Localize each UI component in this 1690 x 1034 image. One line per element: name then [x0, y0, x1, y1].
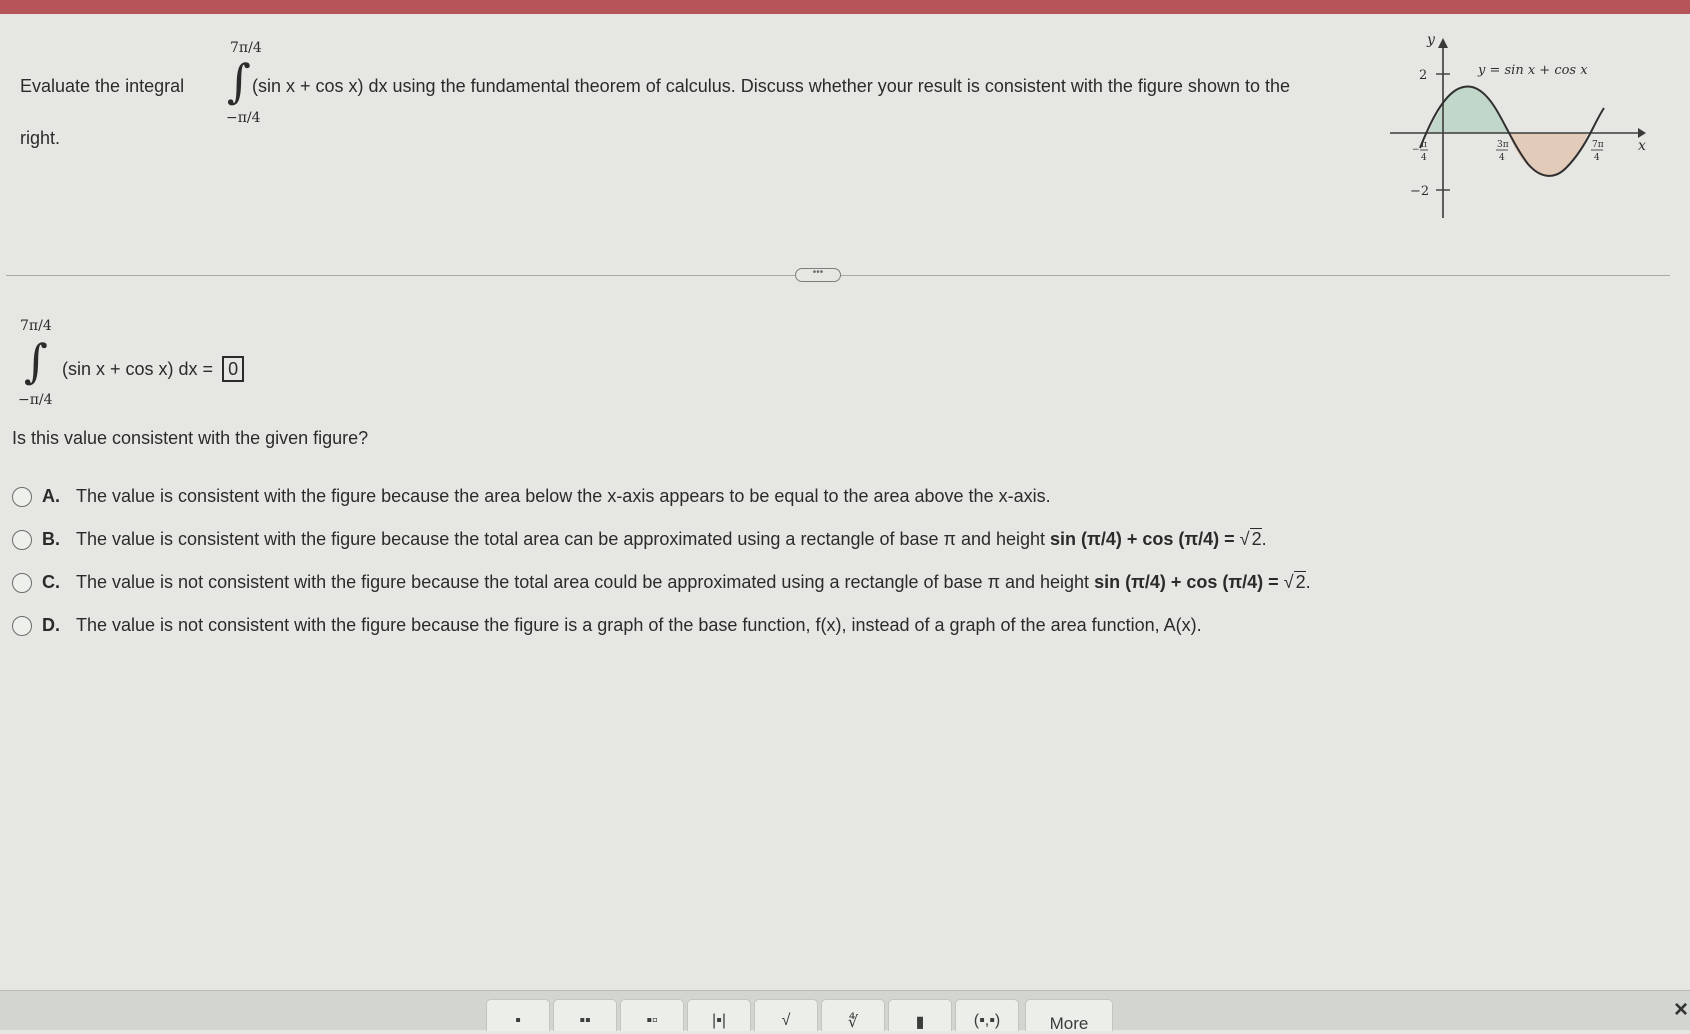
radio-button[interactable] — [12, 487, 32, 507]
toolbar-mixed-number-button[interactable]: ▪▪ — [553, 999, 617, 1031]
answer-upper-limit: 7π/4 — [20, 318, 52, 334]
question-prompt: Evaluate the integral 7π/4 ∫ −π/4 (sin x… — [20, 40, 1370, 148]
y-tick-neg2: −2 — [1410, 184, 1429, 199]
svg-text:−: − — [1412, 145, 1420, 155]
toolbar-decimal-button[interactable]: ▮ — [888, 999, 952, 1031]
x-tick-3pi-4: 3π 4 — [1496, 140, 1509, 163]
svg-text:3π: 3π — [1497, 140, 1509, 150]
option-text: The value is consistent with the figure … — [76, 486, 1051, 506]
x-tick-neg-pi-4: − π 4 — [1412, 140, 1428, 163]
option-text: The value is consistent with the figure … — [76, 528, 1267, 549]
answer-input-box[interactable]: 0 — [222, 356, 245, 382]
consistency-question: Is this value consistent with the given … — [12, 428, 369, 448]
sqrt-value: 2 — [1249, 528, 1262, 549]
question-text-wrap: right. — [20, 128, 61, 148]
svg-text:4: 4 — [1499, 153, 1505, 163]
function-graph: y x 2 −2 y = sin x + cos x − π 4 3π 4 7π… — [1380, 28, 1670, 228]
toolbar-absolute-value-button[interactable]: |▪| — [687, 999, 751, 1031]
option-letter: A. — [42, 486, 60, 506]
svg-text:7π: 7π — [1592, 140, 1604, 150]
option-body: The value is consistent with the figure … — [76, 529, 1046, 549]
integral-lower-limit: −π/4 — [226, 110, 261, 126]
option-formula: sin (π/4) + cos (π/4) = — [1050, 529, 1235, 549]
radio-button[interactable] — [12, 530, 32, 550]
x-axis-label: x — [1638, 138, 1646, 154]
y-axis-label: y — [1426, 32, 1436, 48]
radio-button[interactable] — [12, 573, 32, 593]
y-tick-2: 2 — [1419, 68, 1427, 83]
svg-text:4: 4 — [1594, 153, 1600, 163]
toolbar-sqrt-button[interactable]: √ — [754, 999, 818, 1031]
close-icon[interactable]: × — [1674, 996, 1688, 1024]
option-text: The value is not consistent with the fig… — [76, 615, 1202, 635]
question-text-end: (sin x + cos x) dx using the fundamental… — [252, 76, 1290, 96]
math-toolbar: ▪ ▪▪ ▪▫ |▪| √ ∜ ▮ (▪,▪) More — [0, 990, 1690, 1033]
area-below-axis — [1508, 133, 1588, 176]
integral-sign: ∫ — [24, 334, 48, 388]
option-letter: C. — [42, 572, 60, 592]
answer-integral: 7π/4 ∫ −π/4 (sin x + cos x) dx = 0 — [14, 318, 434, 408]
option-letter: D. — [42, 615, 60, 635]
radio-button[interactable] — [12, 616, 32, 636]
option-text: The value is not consistent with the fig… — [76, 571, 1311, 592]
question-text-start: Evaluate the integral — [20, 76, 185, 96]
option-letter: B. — [42, 529, 60, 549]
integral-sign: ∫ — [227, 54, 251, 108]
answer-expression-text: (sin x + cos x) dx = — [62, 359, 214, 379]
option-formula: sin (π/4) + cos (π/4) = — [1094, 572, 1279, 592]
curve-label: y = sin x + cos x — [1477, 63, 1588, 78]
svg-text:π: π — [1421, 140, 1427, 150]
top-accent-bar — [0, 0, 1690, 14]
toolbar-more-button[interactable]: More — [1025, 999, 1113, 1033]
toolbar-nth-root-button[interactable]: ∜ — [821, 999, 885, 1031]
svg-text:4: 4 — [1421, 153, 1427, 163]
option-body: The value is not consistent with the fig… — [76, 572, 1090, 592]
answer-lower-limit: −π/4 — [18, 392, 53, 408]
toolbar-exponent-button[interactable]: ▪▫ — [620, 999, 684, 1031]
toolbar-ordered-pair-button[interactable]: (▪,▪) — [955, 999, 1019, 1031]
x-tick-7pi-4: 7π 4 — [1591, 140, 1604, 163]
resize-handle[interactable]: ••• — [795, 268, 841, 282]
sqrt-value: 2 — [1293, 571, 1306, 592]
answer-expression: (sin x + cos x) dx = 0 — [62, 356, 245, 382]
toolbar-fraction-button[interactable]: ▪ — [486, 999, 550, 1031]
